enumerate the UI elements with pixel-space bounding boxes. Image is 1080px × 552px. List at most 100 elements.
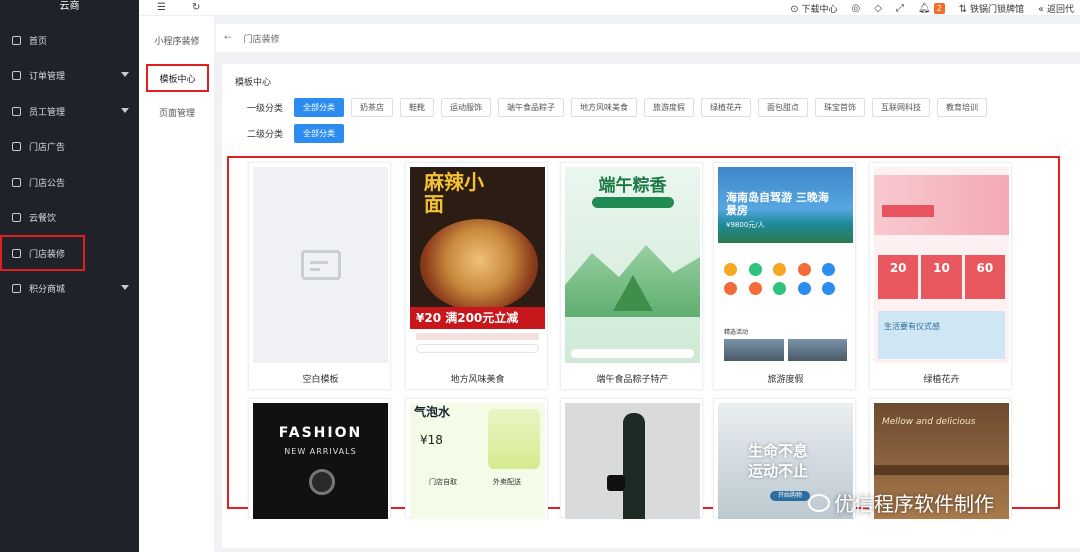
level1-chip[interactable]: 全部分类 <box>294 98 344 117</box>
template-card-zongzi[interactable]: 端午粽香 端午食品粽子特产 <box>560 162 703 390</box>
staff-icon <box>12 106 21 116</box>
level1-chip[interactable]: 端午食品粽子 <box>498 98 564 117</box>
download-icon: ⊙ <box>790 3 799 15</box>
thumb-coupons: 20 10 60 <box>878 255 1005 299</box>
template-caption: 旅游度假 <box>767 375 804 385</box>
level1-chip[interactable]: 旅游度假 <box>644 98 694 117</box>
template-card-local-food[interactable]: 麻辣小面 ¥20 满200元立减 地方风味美食 <box>405 162 548 390</box>
thumb-section: 精选活动 <box>724 329 749 336</box>
subnav-item-mini-program[interactable]: 小程序装修 <box>139 28 215 56</box>
refresh-icon[interactable]: ↻ <box>192 2 200 13</box>
sidebar-item-store-decoration[interactable]: 门店装修 <box>0 235 85 271</box>
top-bar: ☰ ↻ ⊙ 下载中心 ◎ ◇ ⤢ 🔔︎ 2 ⇅ 铁锅门锁牌馆 « 返回代 <box>139 0 1080 16</box>
sidebar-item-label: 员工管理 <box>29 107 66 118</box>
level1-chip[interactable]: 鞋靴 <box>400 98 434 117</box>
watch-image <box>309 469 335 495</box>
arrow-left-icon[interactable]: ← <box>224 33 232 43</box>
template-card-apparel[interactable] <box>560 398 703 519</box>
breadcrumb: ← 门店装修 <box>216 24 1080 52</box>
back-button[interactable]: « 返回代 <box>1038 2 1074 15</box>
level2-label: 二级分类 <box>247 130 284 140</box>
thumb-life-text: 生活要有仪式感 <box>884 322 940 331</box>
template-thumb: FASHION NEW ARRIVALS <box>253 403 388 519</box>
orders-icon <box>12 70 21 80</box>
level1-chip[interactable]: 绿植花卉 <box>701 98 751 117</box>
sidebar-item-label: 云餐饮 <box>29 213 57 224</box>
sidebar-item-store-notice[interactable]: 门店公告 <box>0 169 139 195</box>
sidebar-item-label: 门店公告 <box>29 178 66 189</box>
image-placeholder-icon <box>300 250 341 280</box>
template-center-panel: 模板中心 一级分类 全部分类 奶茶店 鞋靴 运动服饰 端午食品粽子 地方风味美食 旅游度假绿… <box>222 64 1080 548</box>
tag-icon[interactable]: ◇ <box>874 3 882 14</box>
thumb-subtitle: NEW ARRIVALS <box>284 447 357 456</box>
level1-chip[interactable]: 地方风味美食 <box>571 98 637 117</box>
sidebar-item-orders[interactable]: 订单管理 <box>0 62 139 88</box>
template-card-blank[interactable]: 空白模板 <box>248 162 391 390</box>
template-caption: 空白模板 <box>302 375 339 385</box>
template-thumb <box>565 403 700 519</box>
thumb-title: FASHION <box>278 425 363 441</box>
breadcrumb-label: 门店装修 <box>243 34 280 45</box>
sidebar-item-cloud-dining[interactable]: 云餐饮 <box>0 204 139 230</box>
thumb-option: 外卖配送 <box>493 478 521 486</box>
beach-image: 海南岛自驾游 三晚海景房 ¥9800元/人 <box>718 167 853 243</box>
subnav-item-template-center[interactable]: 模板中心 <box>146 64 209 92</box>
level1-chip[interactable]: 珠宝首饰 <box>815 98 865 117</box>
level1-filter: 一级分类 全部分类 奶茶店 鞋靴 运动服饰 端午食品粽子 地方风味美食 旅游度假 绿植花卉 面包… <box>247 98 994 117</box>
level1-chip[interactable]: 教育培训 <box>937 98 987 117</box>
sidebar-item-label: 门店装修 <box>29 249 66 260</box>
template-thumb: 气泡水 ¥18 门店自取 外卖配送 <box>410 403 545 519</box>
thumb-title: Mellow and delicious <box>882 417 976 427</box>
chevron-down-icon <box>121 285 129 290</box>
thumb-title: 麻辣小面 <box>424 170 484 216</box>
level1-chip[interactable]: 互联网科技 <box>872 98 930 117</box>
points-icon <box>12 283 21 293</box>
template-caption: 地方风味美食 <box>450 375 505 385</box>
sidebar-item-store-ads[interactable]: 门店广告 <box>0 133 139 159</box>
download-center-button[interactable]: ⊙ 下载中心 <box>790 2 837 15</box>
notification-button[interactable]: 🔔︎ 2 <box>918 2 945 14</box>
thumb-option: 门店自取 <box>429 478 457 486</box>
thumb-title: 生命不息 运动不止 <box>748 442 809 480</box>
chevron-down-icon <box>121 108 129 113</box>
store-name: 铁锅门锁牌馆 <box>969 4 1024 15</box>
thumb-title: 气泡水 <box>414 405 451 419</box>
wechat-icon <box>808 493 830 512</box>
coupon: 10 <box>921 255 962 299</box>
subnav-item-page-management[interactable]: 页面管理 <box>139 100 215 128</box>
back-label: 返回代 <box>1046 4 1074 15</box>
sidebar-item-label: 门店广告 <box>29 142 66 153</box>
level1-chip[interactable]: 面包甜点 <box>758 98 808 117</box>
sidebar-item-label: 首页 <box>29 36 48 47</box>
sidebar-item-points-mall[interactable]: 积分商城 <box>0 275 139 301</box>
sidebar-item-label: 订单管理 <box>29 71 66 82</box>
menu-toggle-icon[interactable]: ☰ <box>157 2 166 13</box>
template-card-flowers[interactable]: 20 10 60 生活要有仪式感 绿植花卉 <box>869 162 1012 390</box>
double-chevron-left-icon: « <box>1037 3 1045 15</box>
thumb-search <box>571 349 694 358</box>
template-card-travel[interactable]: 海南岛自驾游 三晚海景房 ¥9800元/人 精选活动 旅游度假 <box>713 162 856 390</box>
level2-chip-all[interactable]: 全部分类 <box>294 124 344 143</box>
thumb-promo: ¥20 满200元立减 <box>410 307 545 329</box>
thumb-button: 开始购物 <box>770 491 810 501</box>
thumb-title: 海南岛自驾游 三晚海景房 <box>726 191 829 217</box>
download-label: 下载中心 <box>801 4 838 15</box>
theme-icon[interactable]: ◎ <box>851 3 860 14</box>
template-thumb: 海南岛自驾游 三晚海景房 ¥9800元/人 精选活动 <box>718 167 853 363</box>
template-caption: 绿植花卉 <box>923 375 960 385</box>
store-switch[interactable]: ⇅ 铁锅门锁牌馆 <box>959 2 1024 15</box>
sidebar-item-staff[interactable]: 员工管理 <box>0 98 139 124</box>
template-card-fashion[interactable]: FASHION NEW ARRIVALS <box>248 398 391 519</box>
template-grid: 空白模板 麻辣小面 ¥20 满200元立减 地方风味美食 端午粽香 端午食品粽子… <box>227 156 1060 519</box>
fullscreen-icon[interactable]: ⤢ <box>896 3 904 14</box>
home-icon <box>12 35 21 45</box>
level1-chip[interactable]: 运动服饰 <box>441 98 491 117</box>
notice-icon <box>12 177 21 187</box>
level1-label: 一级分类 <box>247 104 284 114</box>
template-card-drinks[interactable]: 气泡水 ¥18 门店自取 外卖配送 <box>405 398 548 519</box>
thumb-lower <box>410 329 545 363</box>
level1-chip[interactable]: 奶茶店 <box>351 98 393 117</box>
sidebar-item-home[interactable]: 首页 <box>0 27 139 53</box>
watermark: 优信程序软件制作 <box>808 488 994 517</box>
thumb-price: ¥9800元/人 <box>726 221 765 229</box>
